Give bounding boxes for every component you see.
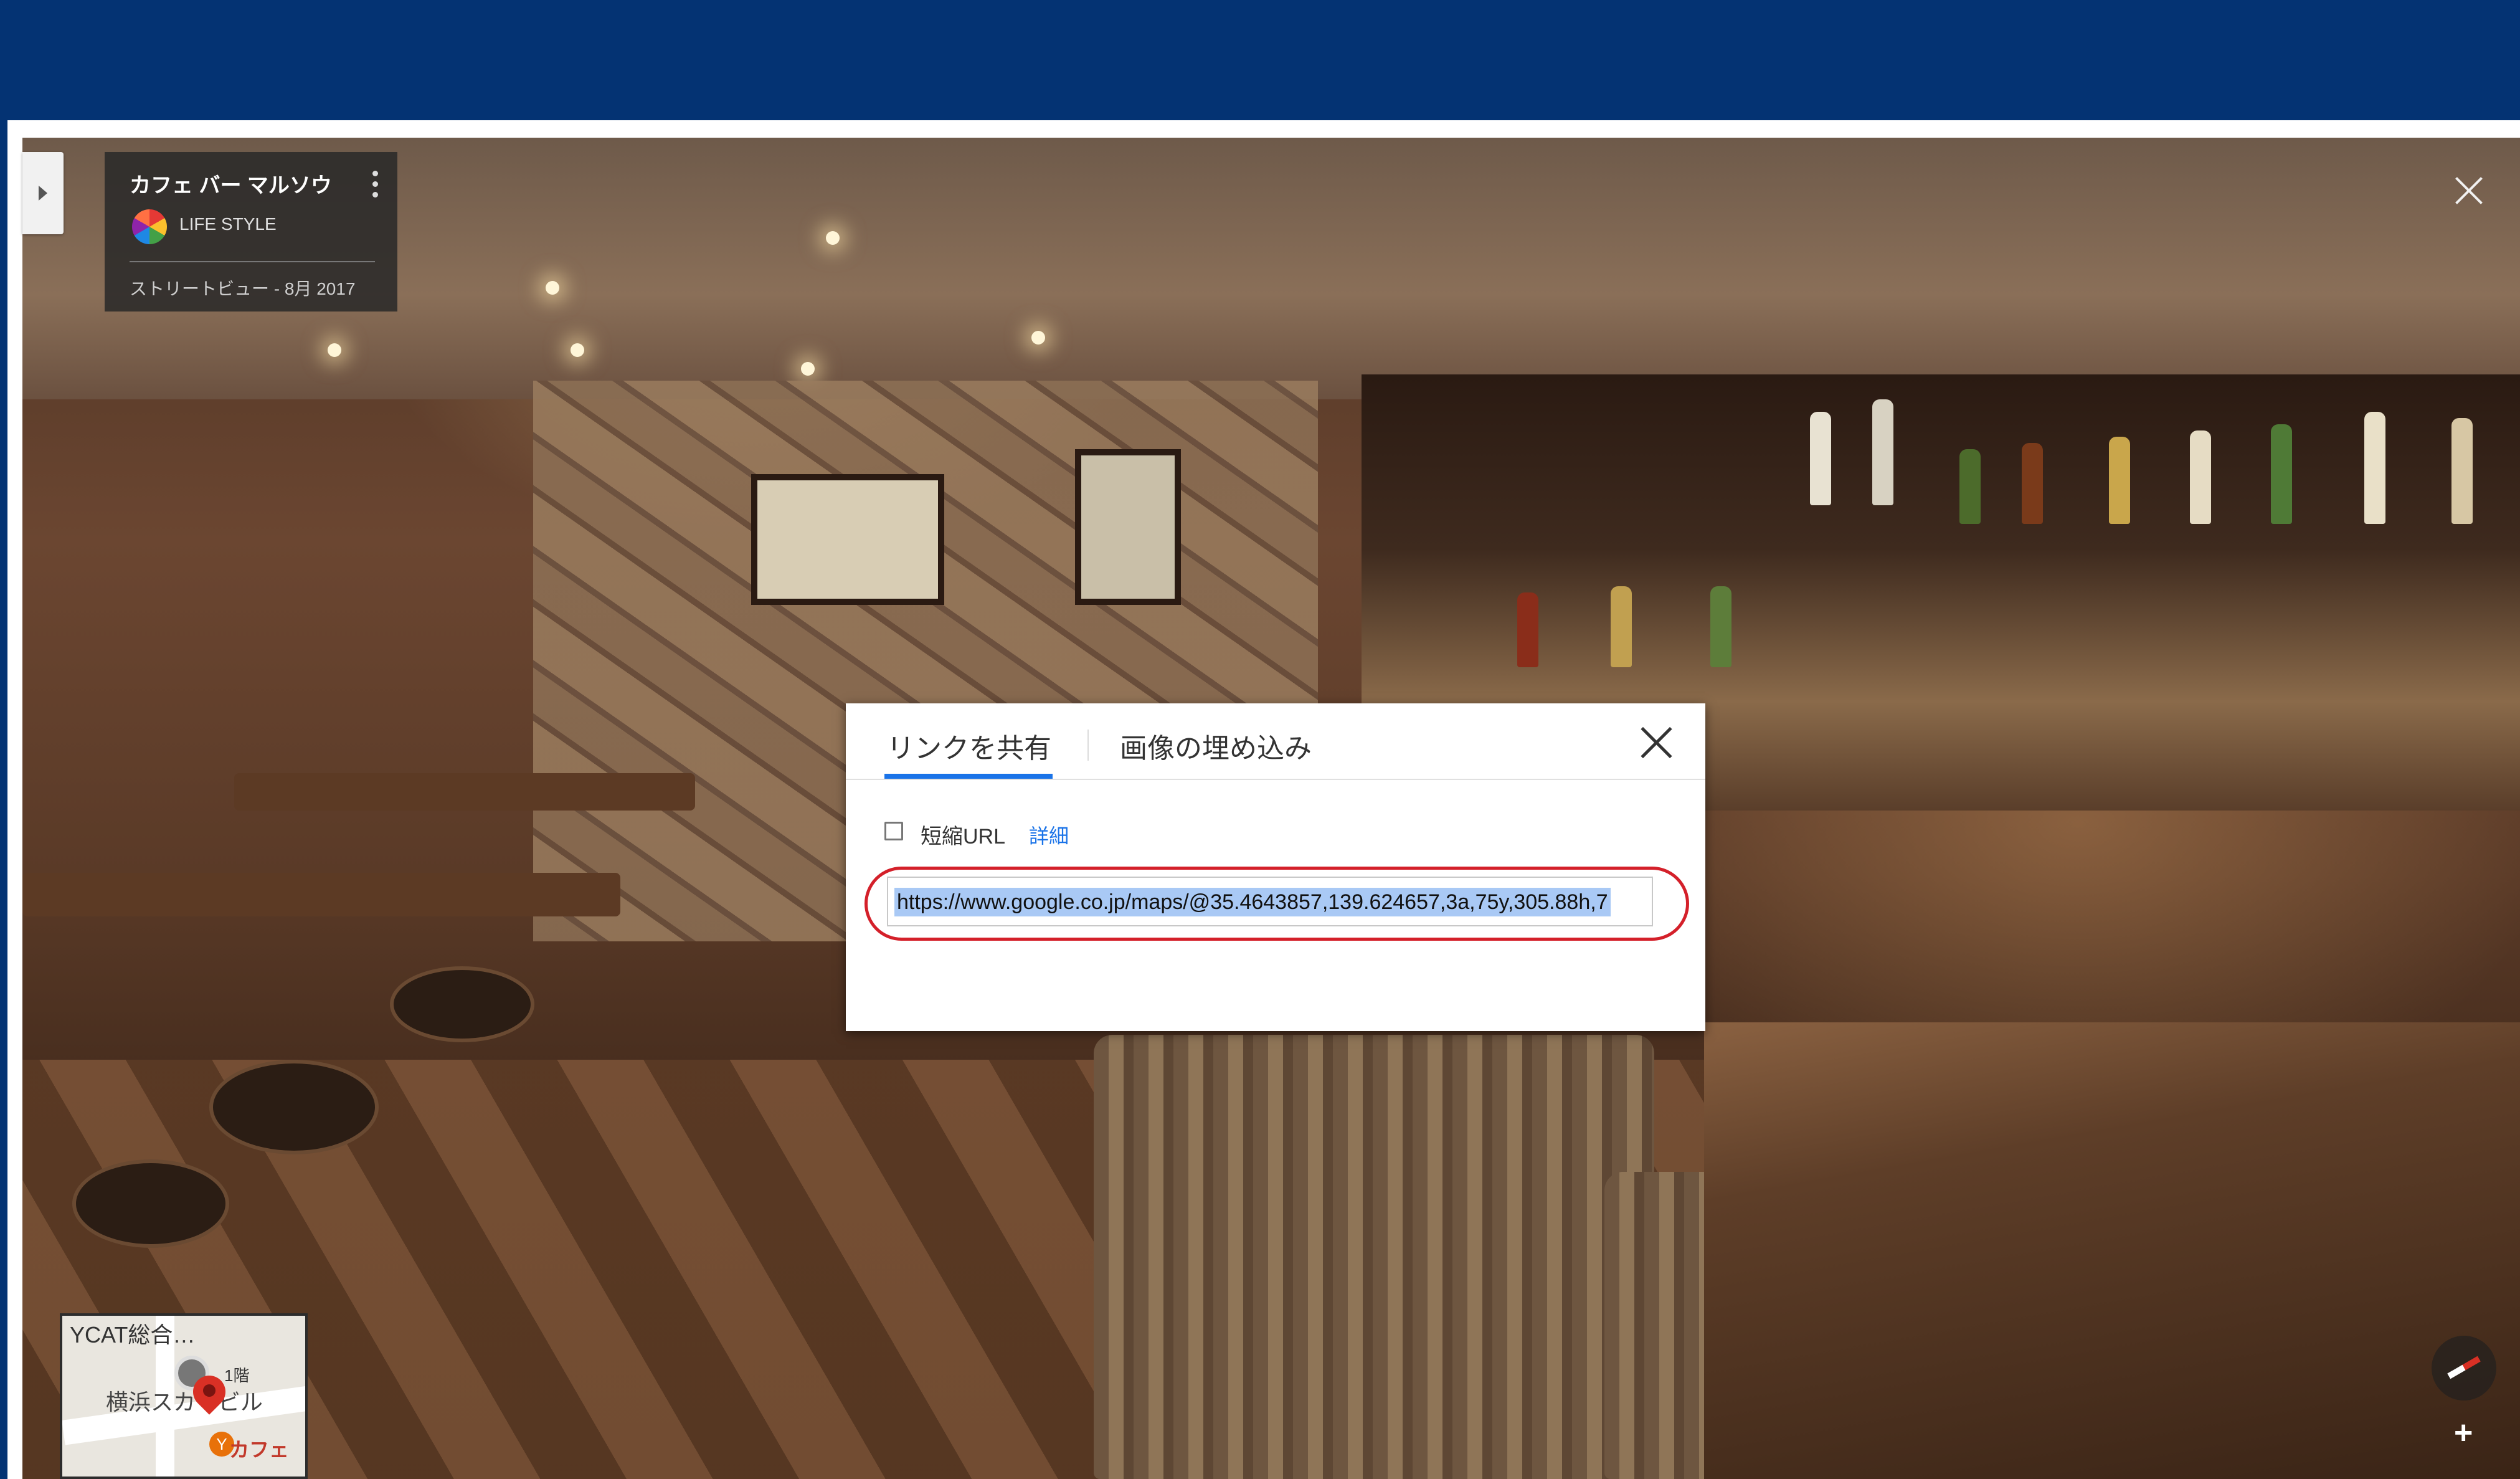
place-info-card[interactable]: カフェ バー マルソウ LIFE STYLE ストリートビュー - 8月 201…: [105, 152, 397, 311]
short-url-label[interactable]: 短縮URL: [921, 819, 1005, 850]
brand-logo-icon: [132, 209, 167, 244]
dialog-tabs: リンクを共有 画像の埋め込み: [846, 703, 1705, 780]
active-tab-indicator: [884, 774, 1053, 779]
compass-icon[interactable]: [2432, 1336, 2496, 1401]
ceiling-light: [1031, 331, 1045, 345]
bottle: [2022, 443, 2043, 524]
bottle: [2451, 418, 2473, 524]
compass-needle: [2447, 1356, 2481, 1379]
bar-counter: [1704, 1022, 2520, 1479]
wall-frame: [1075, 449, 1181, 605]
panel-toggle-button[interactable]: [22, 152, 64, 234]
tab-divider: [1087, 730, 1089, 761]
ceiling-light: [571, 343, 584, 357]
map-label: YCAT総合…: [70, 1322, 196, 1348]
divider: [130, 261, 375, 262]
place-title[interactable]: カフェ バー マルソウ: [130, 168, 332, 199]
bottle: [1517, 592, 1538, 667]
header-bar: [0, 0, 2520, 120]
frame-top-line: [7, 120, 2520, 124]
bottle: [1959, 449, 1981, 524]
place-label: カフェ: [229, 1439, 290, 1461]
table: [22, 873, 620, 916]
armchair: [1094, 1035, 1654, 1479]
capture-date: ストリートビュー - 8月 2017: [130, 279, 356, 298]
tab-embed-image[interactable]: 画像の埋め込み: [1120, 726, 1312, 766]
bottle: [1810, 412, 1831, 505]
building-label: 横浜スカイビル: [106, 1389, 263, 1415]
annotation-highlight-ring: [864, 867, 1689, 941]
brand-name[interactable]: LIFE STYLE: [179, 214, 277, 234]
zoom-in-button[interactable]: +: [2454, 1414, 2473, 1452]
bottle: [2109, 437, 2130, 524]
wall-sign: [751, 474, 944, 605]
floor-label: 1階: [224, 1366, 250, 1385]
stool: [390, 966, 534, 1042]
close-icon[interactable]: [1639, 726, 1673, 759]
frame-left-border: [0, 120, 7, 1479]
table: [234, 773, 695, 811]
ceiling-light: [546, 281, 559, 295]
tab-share-link[interactable]: リンクを共有: [887, 726, 1051, 766]
ceiling-light: [826, 231, 840, 245]
close-icon[interactable]: [2453, 175, 2484, 206]
stool: [209, 1060, 379, 1154]
details-link[interactable]: 詳細: [1029, 820, 1069, 849]
caret-right-icon: [39, 186, 47, 201]
stool: [72, 1159, 229, 1248]
short-url-checkbox[interactable]: [884, 822, 903, 840]
bottle: [2190, 430, 2211, 524]
bottle: [1872, 399, 1893, 505]
bottle: [1611, 586, 1632, 667]
bottle: [2364, 412, 2385, 524]
minimap[interactable]: YCAT総合… 1階 横浜スカイビル Y カフェ: [60, 1313, 308, 1479]
ceiling-light: [328, 343, 341, 357]
more-vert-icon[interactable]: [372, 171, 379, 199]
map-pin-dot: [203, 1384, 216, 1397]
bottle: [1710, 586, 1731, 667]
bottle: [2271, 424, 2292, 524]
ceiling-light: [801, 362, 815, 376]
